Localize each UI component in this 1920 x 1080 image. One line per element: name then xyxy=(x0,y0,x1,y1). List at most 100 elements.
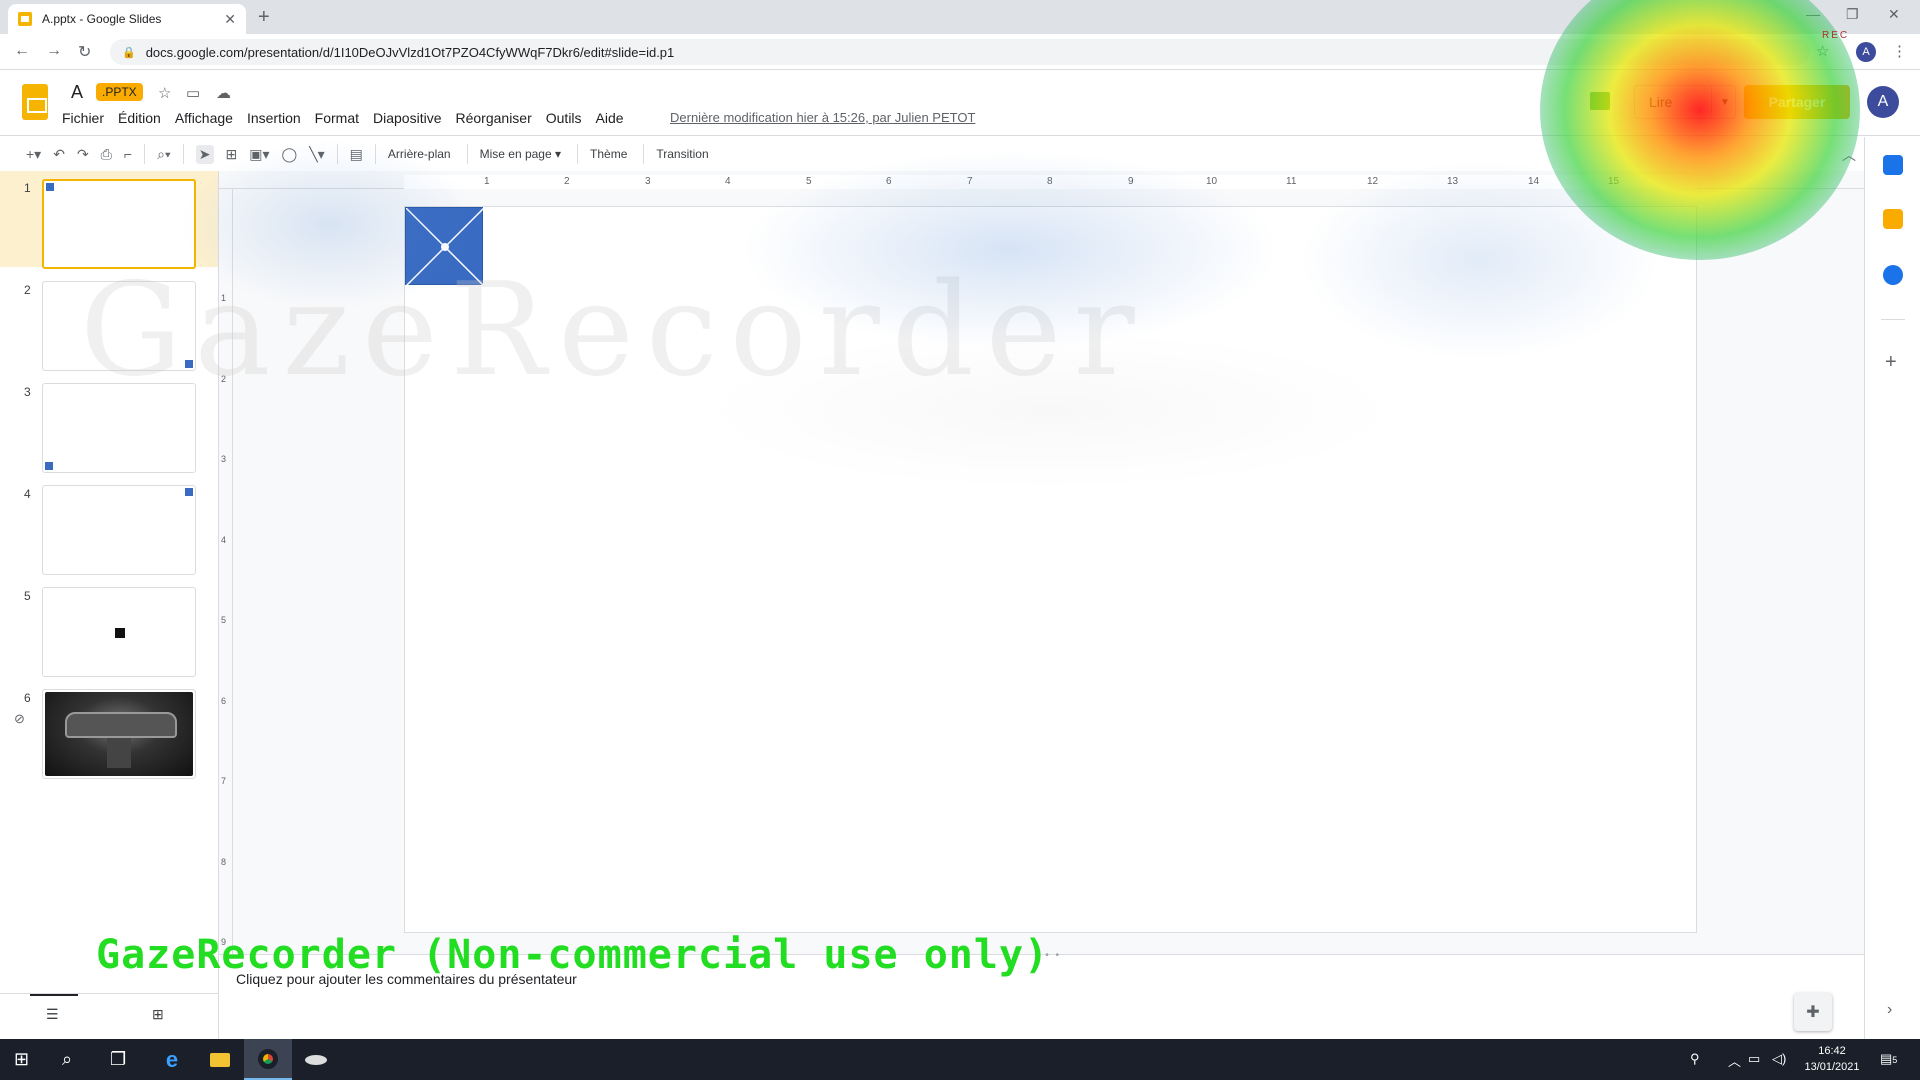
menu-outils[interactable]: Outils xyxy=(546,110,582,126)
windows-start-icon[interactable]: ⊞ xyxy=(14,1049,29,1070)
format-badge: .PPTX xyxy=(96,83,143,101)
last-modified-link[interactable]: Dernière modification hier à 15:26, par … xyxy=(670,110,975,125)
reload-icon[interactable]: ↻ xyxy=(78,42,91,62)
slide-thumbnail-4[interactable]: 4 xyxy=(0,477,218,575)
menu-affichage[interactable]: Affichage xyxy=(175,110,233,126)
ruler-slide-range: 1 2 3 4 5 6 7 8 9 10 11 12 13 14 15 xyxy=(404,175,1697,189)
background-button[interactable]: Arrière-plan xyxy=(388,147,451,161)
get-addons-icon[interactable]: + xyxy=(1885,351,1897,374)
calendar-icon[interactable] xyxy=(1883,155,1903,175)
address-bar[interactable]: 🔒 docs.google.com/presentation/d/1I10DeO… xyxy=(110,39,1810,65)
add-comment-icon[interactable]: ▤ xyxy=(350,146,363,163)
back-icon[interactable]: ← xyxy=(14,42,30,60)
menu-fichier[interactable]: Fichier xyxy=(62,110,104,126)
collapse-menus-icon[interactable]: ︿ xyxy=(1842,145,1856,165)
slide-thumbnail-5[interactable]: 5 xyxy=(0,579,218,677)
shape-icon[interactable]: ◯ xyxy=(282,146,298,163)
people-icon[interactable]: ⚲ xyxy=(1690,1051,1700,1067)
slide-thumbnail-6[interactable]: 6 ⊘ xyxy=(0,681,218,779)
theme-button[interactable]: Thème xyxy=(590,147,627,161)
ruler-tick: 7 xyxy=(221,776,227,786)
share-button[interactable]: Partager xyxy=(1744,85,1850,119)
forward-icon[interactable]: → xyxy=(46,42,62,60)
browser-toolbar: ← → ↻ 🔒 docs.google.com/presentation/d/1… xyxy=(0,34,1920,70)
browser-menu-icon[interactable]: ⋮ xyxy=(1892,42,1907,60)
present-label: Lire xyxy=(1649,94,1673,110)
zoom-icon[interactable]: ⌕▾ xyxy=(157,146,171,163)
redo-icon[interactable]: ↷ xyxy=(77,146,89,163)
side-panel-divider xyxy=(1881,319,1905,320)
system-clock[interactable]: 16:42 13/01/2021 xyxy=(1800,1043,1864,1075)
undo-icon[interactable]: ↶ xyxy=(53,146,65,163)
star-icon[interactable]: ☆ xyxy=(158,84,171,102)
line-icon[interactable]: ╲▾ xyxy=(309,146,324,163)
paint-format-icon[interactable]: ⌐ xyxy=(124,146,132,162)
menu-reorganiser[interactable]: Réorganiser xyxy=(455,110,531,126)
document-title[interactable]: A xyxy=(71,82,83,103)
image-marker xyxy=(185,488,193,496)
browser-tab[interactable]: A.pptx - Google Slides ✕ xyxy=(8,4,246,34)
ruler-tick: 10 xyxy=(1206,176,1218,187)
toolbar-divider xyxy=(336,144,338,164)
minimize-icon[interactable]: — xyxy=(1806,6,1820,22)
menu-edition[interactable]: Édition xyxy=(118,110,161,126)
image-icon[interactable]: ▣▾ xyxy=(249,146,269,163)
network-icon[interactable]: ▭ xyxy=(1748,1051,1760,1067)
select-tool-icon[interactable]: ➤ xyxy=(195,144,214,164)
notification-center-icon[interactable]: ▤5 xyxy=(1880,1051,1897,1067)
present-dropdown-icon[interactable]: ▼ xyxy=(1712,97,1730,108)
ruler-tick: 1 xyxy=(484,176,490,187)
filmstrip-view-icon[interactable]: ☰ xyxy=(46,1006,59,1023)
account-avatar[interactable]: A xyxy=(1867,86,1899,118)
file-explorer-icon[interactable] xyxy=(196,1039,244,1080)
url-text: docs.google.com/presentation/d/1I10DeOJv… xyxy=(145,44,675,60)
ruler-tick: 3 xyxy=(645,176,651,187)
comments-icon[interactable] xyxy=(1590,92,1610,110)
new-slide-icon[interactable]: +▾ xyxy=(26,146,41,163)
show-hidden-icons[interactable]: ︿ xyxy=(1728,1051,1741,1070)
thumbnail-frame xyxy=(42,689,196,779)
keep-icon[interactable] xyxy=(1883,209,1903,229)
toolbar-divider xyxy=(144,144,146,164)
transition-button[interactable]: Transition xyxy=(656,147,708,161)
grid-view-icon[interactable]: ⊞ xyxy=(152,1006,164,1023)
task-view-icon[interactable]: ❐ xyxy=(110,1049,126,1070)
expand-panel-icon[interactable]: › xyxy=(1887,1001,1892,1019)
tasks-icon[interactable] xyxy=(1883,265,1903,285)
ruler-tick: 8 xyxy=(1047,176,1053,187)
tab-close-icon[interactable]: ✕ xyxy=(224,11,236,28)
slides-logo-icon[interactable] xyxy=(22,84,48,120)
gazerecorder-overlay-text: GazeRecorder (Non-commercial use only) xyxy=(96,932,1050,978)
restore-icon[interactable]: ❐ xyxy=(1846,6,1859,23)
menu-aide[interactable]: Aide xyxy=(596,110,624,126)
layout-button[interactable]: Mise en page ▾ xyxy=(480,147,561,161)
slide-thumbnail-1[interactable]: 1 xyxy=(0,171,218,269)
text-box-icon[interactable]: ⊞ xyxy=(226,146,238,163)
rec-indicator: REC xyxy=(1822,30,1850,41)
edge-app-icon[interactable]: e xyxy=(148,1039,196,1080)
new-tab-button[interactable]: + xyxy=(258,6,270,29)
menu-diapositive[interactable]: Diapositive xyxy=(373,110,441,126)
print-icon[interactable]: ⎙ xyxy=(101,146,112,163)
menu-format[interactable]: Format xyxy=(315,110,359,126)
profile-avatar[interactable]: A xyxy=(1856,42,1876,62)
ruler-tick: 5 xyxy=(221,615,227,625)
gazerecorder-app-icon[interactable] xyxy=(292,1039,340,1080)
slide-number: 6 xyxy=(24,691,31,705)
horizontal-ruler: 1 2 3 4 5 6 7 8 9 10 11 12 13 14 15 xyxy=(219,175,1864,189)
image-marker xyxy=(46,183,54,191)
move-folder-icon[interactable]: ▭ xyxy=(186,84,200,102)
volume-icon[interactable]: ◁) xyxy=(1772,1051,1786,1067)
app-header: A .PPTX ☆ ▭ ☁ Fichier Édition Affichage … xyxy=(0,70,1920,136)
bookmark-star-icon[interactable]: ☆ xyxy=(1816,42,1829,60)
search-icon[interactable]: ⌕ xyxy=(62,1049,72,1070)
ruler-tick: 12 xyxy=(1367,176,1379,187)
chrome-app-icon[interactable] xyxy=(244,1039,292,1080)
menu-insertion[interactable]: Insertion xyxy=(247,110,301,126)
ruler-tick: 8 xyxy=(221,857,227,867)
slide-number: 5 xyxy=(24,589,31,603)
window-close-icon[interactable]: ✕ xyxy=(1888,6,1900,23)
present-button[interactable]: Lire ▼ xyxy=(1634,85,1736,119)
explore-icon[interactable]: ✚ xyxy=(1794,993,1832,1031)
ruler-tick: 5 xyxy=(806,176,812,187)
